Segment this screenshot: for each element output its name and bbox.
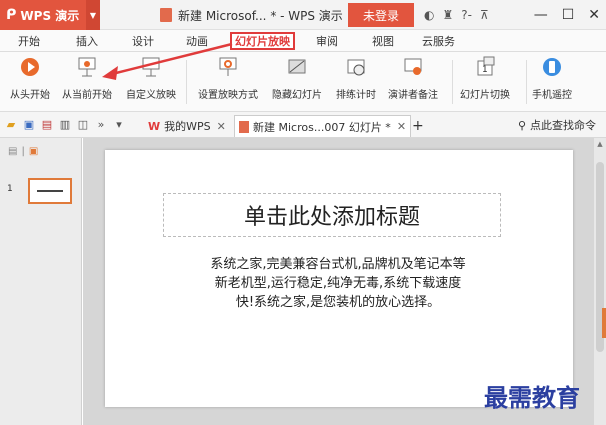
custom-show-icon bbox=[140, 56, 162, 78]
speaker-notes-button[interactable]: 演讲者备注 bbox=[388, 56, 438, 101]
play-from-start-label: 从头开始 bbox=[10, 90, 50, 101]
body-line: 新老机型,运行稳定,纯净无毒,系统下载速度 bbox=[214, 276, 462, 291]
tab-cloud[interactable]: 云服务 bbox=[422, 32, 455, 50]
print-icon[interactable]: ▥ bbox=[58, 118, 72, 132]
play-from-current-button[interactable]: 从当前开始 bbox=[62, 56, 112, 101]
search-icon: ⚲ bbox=[517, 118, 526, 132]
setup-show-label: 设置放映方式 bbox=[198, 90, 258, 101]
help-menu[interactable]: ?- bbox=[461, 8, 472, 22]
tab-my-wps-label: 我的WPS bbox=[164, 120, 211, 133]
phone-remote-icon bbox=[541, 56, 563, 78]
hide-slide-icon bbox=[286, 56, 308, 78]
app-menu-dropdown-icon[interactable]: ▼ bbox=[86, 0, 100, 30]
tab-current-document[interactable]: 新建 Micros...007 幻灯片 * ✕ bbox=[234, 115, 412, 137]
presentation-file-icon bbox=[160, 8, 172, 22]
slide-thumbnail[interactable] bbox=[28, 178, 72, 204]
scroll-indicator bbox=[602, 308, 606, 338]
more-icon[interactable]: » bbox=[94, 118, 108, 132]
vertical-scrollbar[interactable]: ▲ bbox=[594, 138, 606, 425]
window-title: 新建 Microsof... * - WPS 演示 bbox=[160, 0, 343, 30]
rehearse-timing-button[interactable]: 排练计时 bbox=[336, 56, 376, 101]
tab-view[interactable]: 视图 bbox=[372, 32, 394, 50]
hide-slide-button[interactable]: 隐藏幻灯片 bbox=[272, 56, 322, 101]
ribbon-separator bbox=[452, 60, 453, 104]
new-tab-icon[interactable]: + bbox=[408, 115, 428, 137]
watermark-text: 最需教育 bbox=[484, 383, 580, 412]
wps-w-icon: W bbox=[148, 119, 161, 133]
ribbon: 从头开始 从当前开始 自定义放映 设置放映方式 隐藏幻灯片 排练计时 演讲者备注… bbox=[0, 52, 606, 112]
title-tools: ◐ ♜ ?- ⊼ bbox=[424, 0, 489, 30]
slides-view-icon[interactable]: ▣ bbox=[29, 146, 38, 157]
setup-show-icon bbox=[217, 56, 239, 78]
tab-slideshow[interactable]: 幻灯片放映 bbox=[230, 32, 295, 50]
close-icon[interactable]: ✕ bbox=[588, 7, 600, 23]
play-from-current-icon bbox=[76, 56, 98, 78]
setup-show-button[interactable]: 设置放映方式 bbox=[198, 56, 258, 101]
window-controls: — ☐ ✕ bbox=[534, 0, 600, 30]
slide-transition-button[interactable]: 1 幻灯片切换 bbox=[460, 56, 510, 101]
maximize-icon[interactable]: ☐ bbox=[562, 7, 575, 23]
command-search[interactable]: ⚲ 点此查找命令 bbox=[518, 112, 596, 138]
phone-remote-button[interactable]: 手机遥控 bbox=[532, 56, 572, 101]
save-icon[interactable]: ▣ bbox=[22, 118, 36, 132]
rehearse-timing-icon bbox=[345, 56, 367, 78]
close-tab-icon[interactable]: ✕ bbox=[397, 120, 406, 133]
play-from-current-label: 从当前开始 bbox=[62, 90, 112, 101]
presentation-file-icon bbox=[239, 120, 249, 133]
title-placeholder[interactable]: 单击此处添加标题 bbox=[163, 193, 501, 237]
menu-tabs: 开始 插入 设计 动画 幻灯片放映 审阅 视图 云服务 bbox=[0, 30, 606, 52]
customize-dropdown-icon[interactable]: ▾ bbox=[112, 118, 126, 132]
shirt-icon[interactable]: ♜ bbox=[442, 8, 453, 22]
slide-canvas[interactable]: 单击此处添加标题 系统之家,完美兼容台式机,品牌机及笔记本等 新老机型,运行稳定… bbox=[105, 150, 573, 407]
body-line: 系统之家,完美兼容台式机,品牌机及笔记本等 bbox=[210, 257, 466, 272]
slide-thumbnail-panel: ▤ | ▣ 1 bbox=[0, 138, 82, 425]
print-preview-icon[interactable]: ◫ bbox=[76, 118, 90, 132]
panel-divider: | bbox=[21, 146, 25, 157]
export-pdf-icon[interactable]: ▤ bbox=[40, 118, 54, 132]
svg-text:1: 1 bbox=[482, 65, 488, 75]
tab-design[interactable]: 设计 bbox=[132, 32, 154, 50]
minimize-icon[interactable]: — bbox=[534, 7, 548, 23]
thumbnail-title-line bbox=[37, 190, 63, 192]
app-name: WPS 演示 bbox=[20, 8, 80, 23]
outline-view-icon[interactable]: ▤ bbox=[8, 146, 17, 157]
command-search-label: 点此查找命令 bbox=[530, 119, 596, 132]
speaker-notes-label: 演讲者备注 bbox=[388, 90, 438, 101]
custom-show-button[interactable]: 自定义放映 bbox=[126, 56, 176, 101]
hide-slide-label: 隐藏幻灯片 bbox=[272, 90, 322, 101]
app-menu-button[interactable]: ᑭ WPS 演示 ▼ bbox=[0, 0, 100, 30]
phone-remote-label: 手机遥控 bbox=[532, 90, 572, 101]
tab-insert[interactable]: 插入 bbox=[76, 32, 98, 50]
tab-review[interactable]: 审阅 bbox=[316, 32, 338, 50]
wps-logo-icon: ᑭ bbox=[6, 7, 17, 23]
title-bar: ᑭ WPS 演示 ▼ 新建 Microsof... * - WPS 演示 未登录… bbox=[0, 0, 606, 30]
custom-show-label: 自定义放映 bbox=[126, 90, 176, 101]
play-from-start-icon bbox=[19, 56, 41, 78]
tab-home[interactable]: 开始 bbox=[18, 32, 40, 50]
tab-animation[interactable]: 动画 bbox=[186, 32, 208, 50]
play-from-start-button[interactable]: 从头开始 bbox=[10, 56, 50, 101]
ribbon-toggle-icon[interactable]: ⊼ bbox=[480, 8, 489, 22]
skin-icon[interactable]: ◐ bbox=[424, 8, 434, 22]
slide-transition-icon: 1 bbox=[474, 56, 496, 78]
body-line: 快!系统之家,是您装机的放心选择。 bbox=[235, 295, 441, 310]
window-title-text: 新建 Microsof... * - WPS 演示 bbox=[178, 8, 343, 23]
open-folder-icon[interactable]: ▰ bbox=[4, 118, 18, 132]
ribbon-separator bbox=[526, 60, 527, 104]
panel-view-tabs: ▤ | ▣ bbox=[8, 146, 38, 157]
slide-transition-label: 幻灯片切换 bbox=[460, 90, 510, 101]
rehearse-timing-label: 排练计时 bbox=[336, 90, 376, 101]
tab-current-document-label: 新建 Micros...007 幻灯片 * bbox=[253, 120, 391, 134]
login-button[interactable]: 未登录 bbox=[348, 3, 414, 27]
ribbon-separator bbox=[186, 60, 187, 104]
scroll-up-icon[interactable]: ▲ bbox=[594, 138, 606, 150]
tab-my-wps[interactable]: W 我的WPS ✕ bbox=[144, 115, 230, 137]
slide-number: 1 bbox=[7, 184, 13, 194]
speaker-notes-icon bbox=[402, 56, 424, 78]
close-tab-icon[interactable]: ✕ bbox=[217, 120, 226, 133]
slide-body-text[interactable]: 系统之家,完美兼容台式机,品牌机及笔记本等 新老机型,运行稳定,纯净无毒,系统下… bbox=[165, 255, 511, 312]
